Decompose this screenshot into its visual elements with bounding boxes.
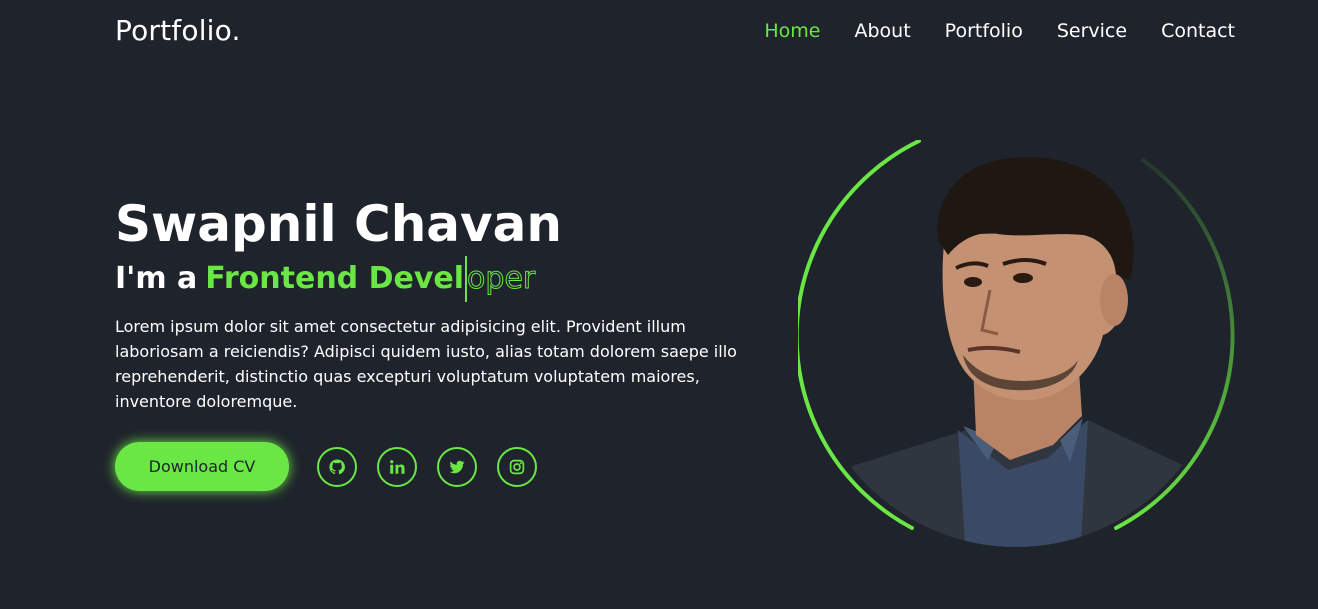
hero-section: Swapnil Chavan I'm a Frontend Devel oper… [115,196,755,491]
role-outline-text: oper [467,261,536,297]
twitter-link[interactable] [437,446,477,487]
nav-service[interactable]: Service [1057,20,1127,42]
instagram-icon [509,459,525,474]
main-nav: Home About Portfolio Service Contact [764,20,1235,42]
role-typed-text: Frontend Devel [205,261,465,296]
github-icon [329,458,345,474]
instagram-link[interactable] [497,446,537,487]
hero-actions: Download CV [115,442,755,491]
site-header: Portfolio. Home About Portfolio Service … [0,0,1318,64]
social-links [317,446,537,487]
hero-description: Lorem ipsum dolor sit amet consectetur a… [115,317,737,411]
github-link[interactable] [317,446,357,487]
linkedin-link[interactable] [377,446,417,487]
nav-home[interactable]: Home [764,20,820,42]
person-face [942,230,1123,401]
role-prefix: I'm a [115,261,198,296]
portrait-graphic [794,139,1235,547]
hero-name: Swapnil Chavan [115,195,562,253]
download-cv-button[interactable]: Download CV [115,442,289,491]
profile-portrait [794,139,1238,550]
linkedin-icon [390,459,405,474]
site-logo[interactable]: Portfolio. [115,14,241,47]
twitter-icon [449,460,465,473]
nav-portfolio[interactable]: Portfolio [945,20,1023,42]
nav-about[interactable]: About [854,20,910,42]
nav-contact[interactable]: Contact [1161,20,1235,42]
role-line: I'm a Frontend Devel oper [115,256,755,302]
